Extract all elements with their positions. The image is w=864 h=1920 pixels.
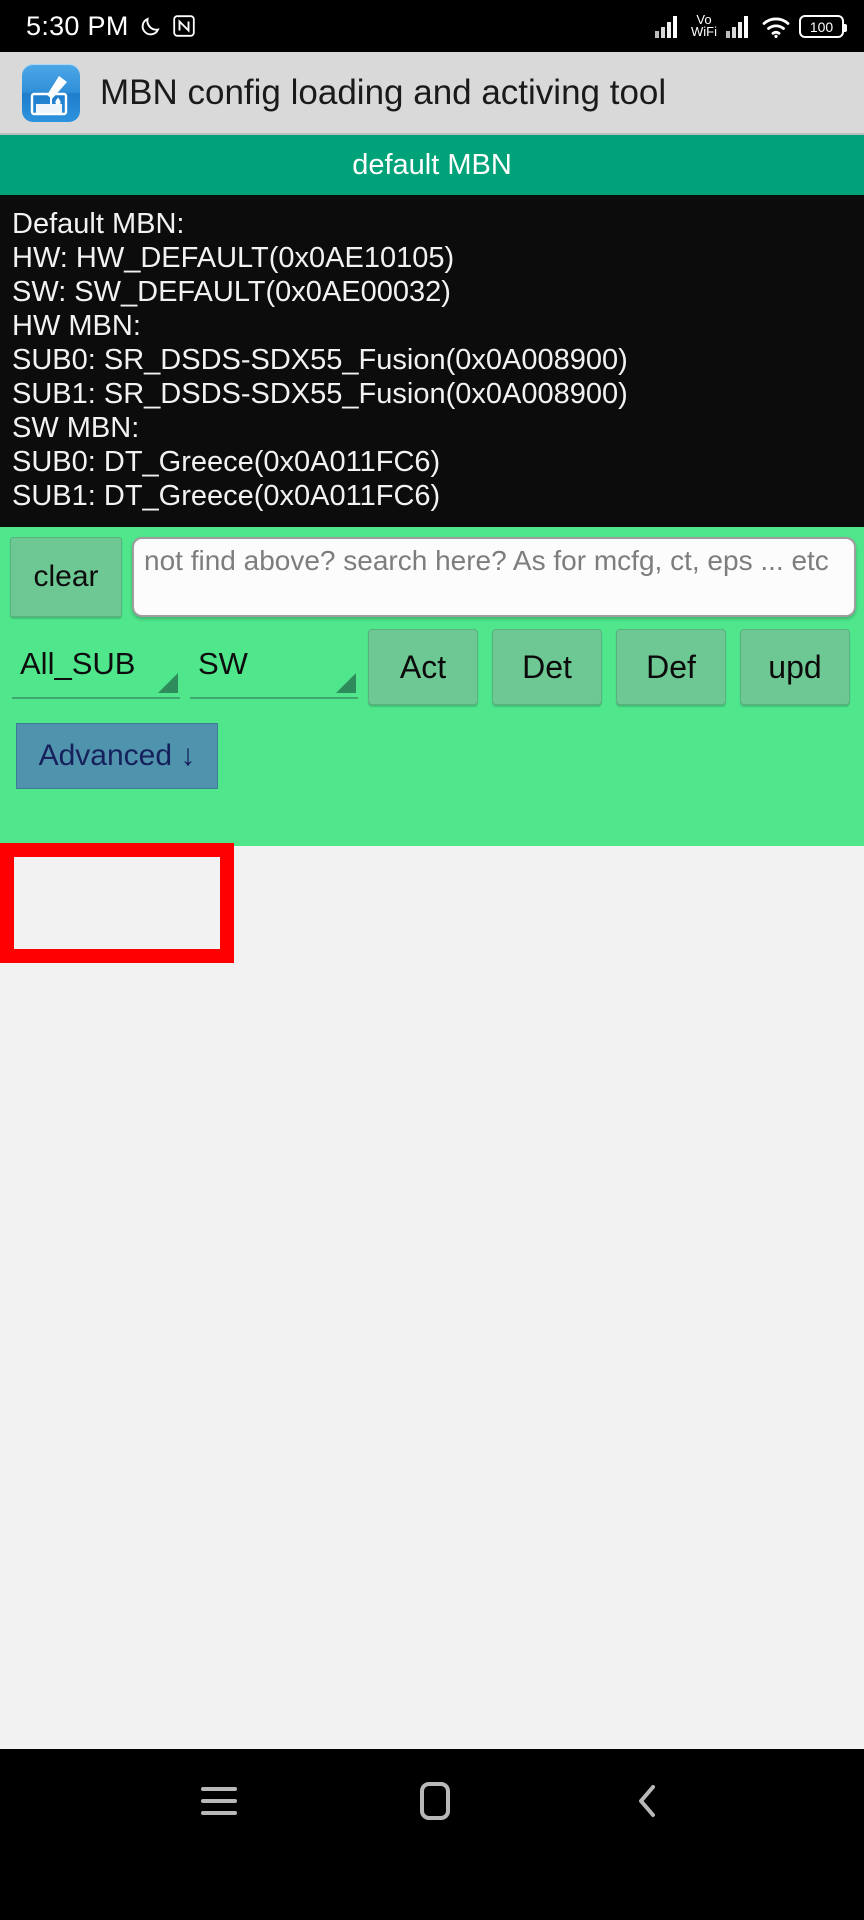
app-icon — [22, 63, 80, 122]
chevron-down-icon — [158, 673, 178, 693]
battery-indicator: 100 — [799, 15, 847, 39]
console-line: HW MBN: — [12, 310, 141, 342]
clear-button-label: clear — [33, 560, 99, 593]
home-icon[interactable] — [419, 1781, 450, 1820]
wifi-icon — [762, 16, 790, 39]
status-bar: 5:30 PM Vo WiFi 100 — [0, 0, 864, 52]
do-not-disturb-moon-icon — [139, 14, 163, 38]
chevron-down-icon — [336, 673, 356, 693]
controls-row: All_SUB SW Act Det Def upd — [0, 617, 864, 709]
console-line: SUB1: SR_DSDS-SDX55_Fusion(0x0A008900) — [12, 378, 628, 410]
console-line: SUB1: DT_Greece(0x0A011FC6) — [12, 480, 441, 512]
upd-button-label: upd — [768, 648, 822, 685]
type-selector-spinner[interactable]: SW — [190, 635, 358, 699]
app-title-bar: MBN config loading and activing tool — [0, 52, 864, 135]
def-button-label: Def — [646, 648, 696, 685]
battery-level-label: 100 — [809, 18, 834, 35]
recents-icon[interactable] — [201, 1786, 238, 1815]
control-panel: clear not find above? search here? As fo… — [0, 527, 864, 846]
nfc-icon — [172, 15, 195, 37]
advanced-button-label: Advanced ↓ — [38, 739, 196, 772]
console-line: HW: HW_DEFAULT(0x0AE10105) — [12, 242, 455, 274]
sub-selector-spinner[interactable]: All_SUB — [12, 635, 180, 699]
clear-button[interactable]: clear — [10, 537, 122, 617]
console-line: Default MBN: — [12, 208, 185, 240]
vowifi-indicator: Vo WiFi — [691, 13, 717, 39]
search-input[interactable]: not find above? search here? As for mcfg… — [132, 537, 856, 617]
signal-bars-icon-2 — [726, 16, 753, 39]
det-button-label: Det — [522, 648, 572, 685]
console-line: SW MBN: — [12, 412, 140, 444]
search-input-placeholder: not find above? search here? As for mcfg… — [144, 545, 829, 576]
act-button-label: Act — [399, 648, 447, 685]
type-selector-label: SW — [198, 646, 248, 681]
upd-button[interactable]: upd — [740, 629, 850, 705]
search-row: clear not find above? search here? As fo… — [0, 537, 864, 617]
signal-bars-icon-1 — [655, 16, 682, 39]
advanced-row: Advanced ↓ — [0, 709, 864, 789]
system-navigation-bar — [0, 1749, 864, 1852]
console-line: SUB0: DT_Greece(0x0A011FC6) — [12, 446, 441, 478]
advanced-button[interactable]: Advanced ↓ — [16, 723, 218, 789]
console-line: SUB0: SR_DSDS-SDX55_Fusion(0x0A008900) — [12, 344, 628, 376]
section-header: default MBN — [0, 135, 864, 195]
status-clock: 5:30 PM — [26, 10, 129, 41]
sub-selector-label: All_SUB — [20, 646, 136, 681]
back-icon[interactable] — [633, 1782, 663, 1820]
det-button[interactable]: Det — [492, 629, 602, 705]
page-background — [0, 846, 864, 1749]
mbn-info-console[interactable]: Default MBN: HW: HW_DEFAULT(0x0AE10105) … — [0, 195, 864, 527]
act-button[interactable]: Act — [368, 629, 478, 705]
status-bar-left: 5:30 PM — [26, 11, 195, 42]
console-line: SW: SW_DEFAULT(0x0AE00032) — [12, 276, 451, 308]
status-bar-right: Vo WiFi 100 — [655, 13, 847, 39]
def-button[interactable]: Def — [616, 629, 726, 705]
app-title: MBN config loading and activing tool — [100, 72, 667, 112]
section-header-label: default MBN — [352, 148, 512, 181]
vowifi-bottom-label: WiFi — [691, 23, 717, 39]
